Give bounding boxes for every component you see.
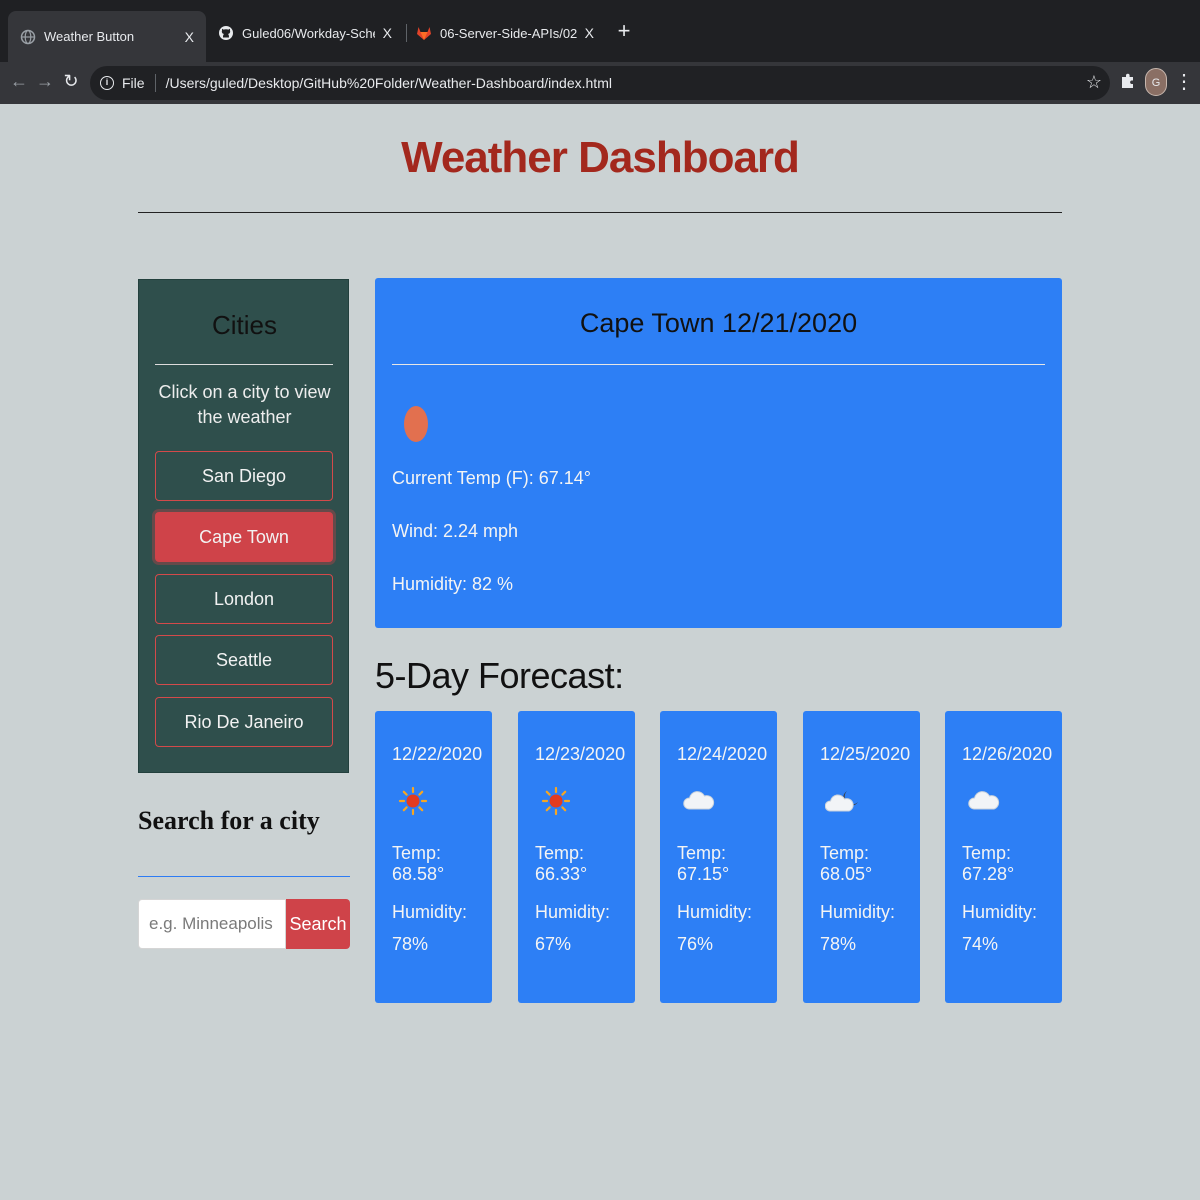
humidity-label: Humidity: — [392, 902, 468, 922]
search-button[interactable]: Search — [286, 899, 350, 949]
current-humidity: Humidity: 82 % — [392, 574, 514, 594]
forecast-date: 12/22/2020 — [392, 744, 483, 764]
forecast-card: 12/23/2020 Temp: 66.33° Humidity: 67% — [518, 711, 635, 1003]
forecast-humidity: Humidity: 78% — [820, 896, 895, 960]
profile-avatar[interactable]: G — [1145, 68, 1167, 96]
forecast-temp: Temp: 66.33° — [535, 843, 588, 884]
tab-title: Guled06/Workday-Scheduler — [242, 25, 375, 41]
github-icon — [218, 25, 234, 41]
cities-panel: Cities Click on a city to view the weath… — [138, 279, 349, 773]
cities-divider — [155, 364, 333, 365]
forward-arrow-icon[interactable]: → — [34, 70, 56, 92]
close-icon[interactable]: X — [185, 29, 194, 45]
forecast-card: 12/22/2020 Temp: 68.58° Humidity: 78% — [375, 711, 492, 1003]
humidity-label: Humidity: — [820, 902, 896, 922]
sun-icon — [540, 785, 572, 817]
city-button-rio-de-janeiro[interactable]: Rio De Janeiro — [155, 697, 333, 747]
tab-title: Weather Button — [44, 29, 135, 44]
forecast-date: 12/23/2020 — [535, 744, 626, 764]
humidity-value: 74% — [962, 934, 999, 954]
tab-title: 06-Server-Side-APIs/02-Home — [440, 25, 577, 41]
cloud-icon — [682, 785, 715, 817]
globe-icon — [20, 29, 36, 45]
tab-weather-button[interactable]: Weather Button X — [8, 11, 206, 62]
forecast-date: 12/25/2020 — [820, 744, 911, 764]
humidity-label: Humidity: — [677, 902, 753, 922]
cloud-icon — [967, 785, 1000, 817]
close-icon[interactable]: X — [383, 25, 392, 41]
current-wind: Wind: 2.24 mph — [392, 521, 519, 541]
title-divider — [138, 212, 1062, 213]
humidity-value: 76% — [677, 934, 714, 954]
info-icon[interactable]: i — [100, 76, 114, 90]
browser-toolbar: ← → ↻ i File /Users/guled/Desktop/GitHub… — [0, 62, 1200, 104]
reload-icon[interactable]: ↻ — [60, 70, 82, 92]
forecast-humidity: Humidity: 78% — [392, 896, 467, 960]
cities-instructions: Click on a city to view the weather — [158, 382, 331, 427]
current-divider — [392, 364, 1045, 365]
forecast-humidity: Humidity: 74% — [962, 896, 1037, 960]
sun-icon — [397, 785, 429, 817]
tab-workday-scheduler[interactable]: Guled06/Workday-Scheduler X — [206, 11, 404, 55]
kebab-menu-icon[interactable]: ⋮ — [1174, 68, 1194, 96]
forecast-card: 12/24/2020 Temp: 67.15° Humidity: 76% — [660, 711, 777, 1003]
current-weather-card: Cape Town 12/21/2020 Current Temp (F): 6… — [375, 278, 1062, 628]
forecast-temp: Temp: 67.28° — [962, 843, 1015, 884]
forecast-temp: Temp: 67.15° — [677, 843, 730, 884]
current-city-date: Cape Town 12/21/2020 — [579, 308, 858, 338]
city-search-input[interactable] — [138, 899, 286, 949]
tab-server-side-apis[interactable]: 06-Server-Side-APIs/02-Home X — [404, 11, 606, 55]
url-text[interactable]: /Users/guled/Desktop/GitHub%20Folder/Wea… — [166, 75, 612, 91]
search-divider — [138, 876, 350, 877]
cities-heading: Cities — [211, 310, 277, 340]
address-bar[interactable]: i File /Users/guled/Desktop/GitHub%20Fol… — [90, 66, 1110, 100]
gitlab-icon — [416, 25, 432, 41]
humidity-value: 78% — [820, 934, 857, 954]
current-temp: Current Temp (F): 67.14° — [392, 468, 591, 488]
forecast-date: 12/24/2020 — [677, 744, 768, 764]
forecast-card: 12/26/2020 Temp: 67.28° Humidity: 74% — [945, 711, 1062, 1003]
forecast-temp: Temp: 68.58° — [392, 843, 445, 884]
back-arrow-icon[interactable]: ← — [8, 70, 30, 92]
search-heading: Search for a city — [138, 806, 320, 835]
close-icon[interactable]: X — [585, 25, 594, 41]
city-button-london[interactable]: London — [155, 574, 333, 624]
city-button-seattle[interactable]: Seattle — [155, 635, 333, 685]
extensions-puzzle-icon[interactable] — [1120, 72, 1136, 90]
humidity-value: 67% — [535, 934, 572, 954]
city-button-cape-town[interactable]: Cape Town — [155, 512, 333, 562]
omnibox-divider — [154, 74, 156, 92]
city-button-san-diego[interactable]: San Diego — [155, 451, 333, 501]
forecast-heading: 5-Day Forecast: — [375, 655, 624, 696]
forecast-temp: Temp: 68.05° — [820, 843, 873, 884]
forecast-humidity: Humidity: 67% — [535, 896, 610, 960]
humidity-value: 78% — [392, 934, 429, 954]
cloud-moon-icon — [824, 785, 858, 817]
page-title: Weather Dashboard — [401, 133, 800, 182]
new-tab-button[interactable]: + — [612, 20, 636, 44]
forecast-card: 12/25/2020 Temp: 68.05° Humidity: 78% — [803, 711, 920, 1003]
humidity-label: Humidity: — [535, 902, 611, 922]
moon-icon — [404, 406, 428, 442]
humidity-label: Humidity: — [962, 902, 1038, 922]
bookmark-star-icon[interactable]: ☆ — [1086, 72, 1102, 93]
browser-tab-bar: Weather Button X Guled06/Workday-Schedul… — [0, 0, 1200, 62]
file-scheme-label: File — [122, 75, 145, 91]
forecast-date: 12/26/2020 — [962, 744, 1053, 764]
forecast-humidity: Humidity: 76% — [677, 896, 752, 960]
